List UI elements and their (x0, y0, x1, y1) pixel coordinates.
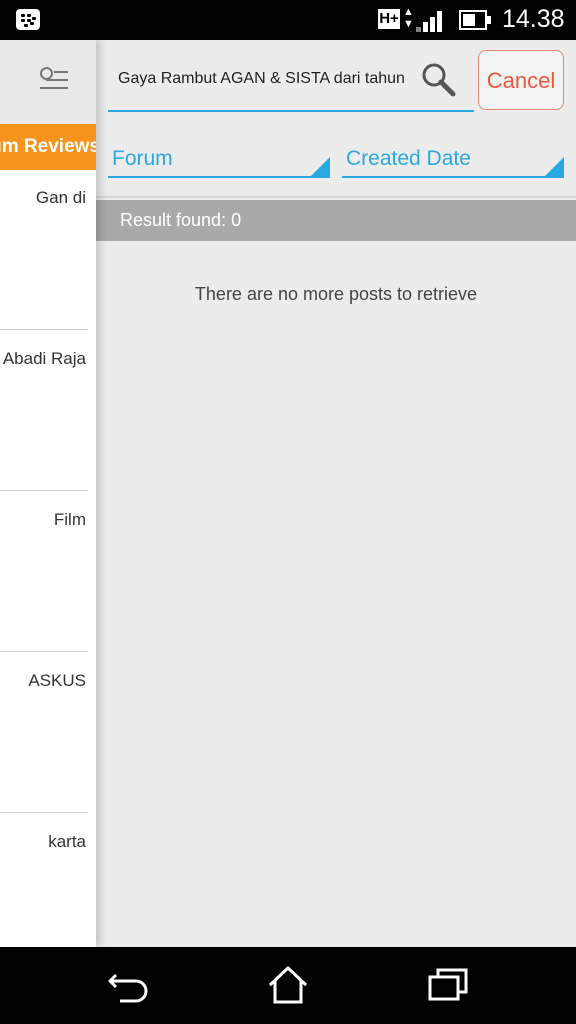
drawer-header (0, 40, 96, 125)
drawer-list-item[interactable]: ASKUS (0, 653, 88, 813)
drawer-list-item[interactable]: Gan di (0, 170, 88, 330)
blackberry-messenger-icon (16, 9, 40, 30)
empty-results-message: There are no more posts to retrieve (194, 284, 478, 304)
dropdown-corner-icon (311, 157, 330, 176)
date-filter-label: Created Date (346, 147, 471, 170)
drawer-item-label: Film (53, 510, 86, 529)
battery-icon (459, 10, 491, 30)
drawer-item-label: karta (48, 832, 86, 851)
home-icon[interactable] (266, 965, 310, 1005)
status-bar: H+ ▲ ▼ 14.38 (0, 0, 576, 40)
navigation-drawer: Forum Reviews Gan di Abadi Raja Film ASK… (0, 40, 96, 947)
forum-filter-label: Forum (112, 147, 173, 170)
search-input[interactable] (108, 58, 428, 100)
result-count-bar: Result found: 0 (96, 200, 576, 241)
drawer-item-label: ASKUS (28, 671, 86, 690)
search-panel: Cancel Forum Created Date Result found: … (96, 40, 576, 947)
system-navigation-bar (0, 947, 576, 1024)
cancel-button[interactable]: Cancel (478, 50, 564, 110)
search-field (108, 58, 474, 112)
recent-apps-icon[interactable] (426, 965, 470, 1005)
back-icon[interactable] (106, 965, 150, 1005)
drawer-tab-label: Forum Reviews (0, 136, 96, 157)
search-menu-icon[interactable] (40, 67, 68, 93)
divider (96, 196, 576, 198)
forum-filter-dropdown[interactable]: Forum (108, 140, 330, 178)
drawer-list-item[interactable]: Abadi Raja (0, 331, 88, 491)
date-filter-dropdown[interactable]: Created Date (342, 140, 564, 178)
drawer-item-label: Gan di (35, 188, 86, 207)
search-icon[interactable] (420, 61, 456, 97)
dropdown-corner-icon (545, 157, 564, 176)
drawer-list-item[interactable]: Film (0, 492, 88, 652)
drawer-list-item[interactable]: karta (0, 814, 88, 947)
drawer-item-label: Abadi Raja (2, 349, 86, 368)
signal-icon (416, 10, 446, 32)
clock: 14.38 (502, 5, 565, 33)
drawer-tab-forum-reviews[interactable]: Forum Reviews (0, 124, 96, 170)
network-arrows-icon: ▲ ▼ (403, 6, 414, 30)
network-type: H+ (378, 9, 400, 29)
result-count-text: Result found: 0 (120, 210, 242, 230)
